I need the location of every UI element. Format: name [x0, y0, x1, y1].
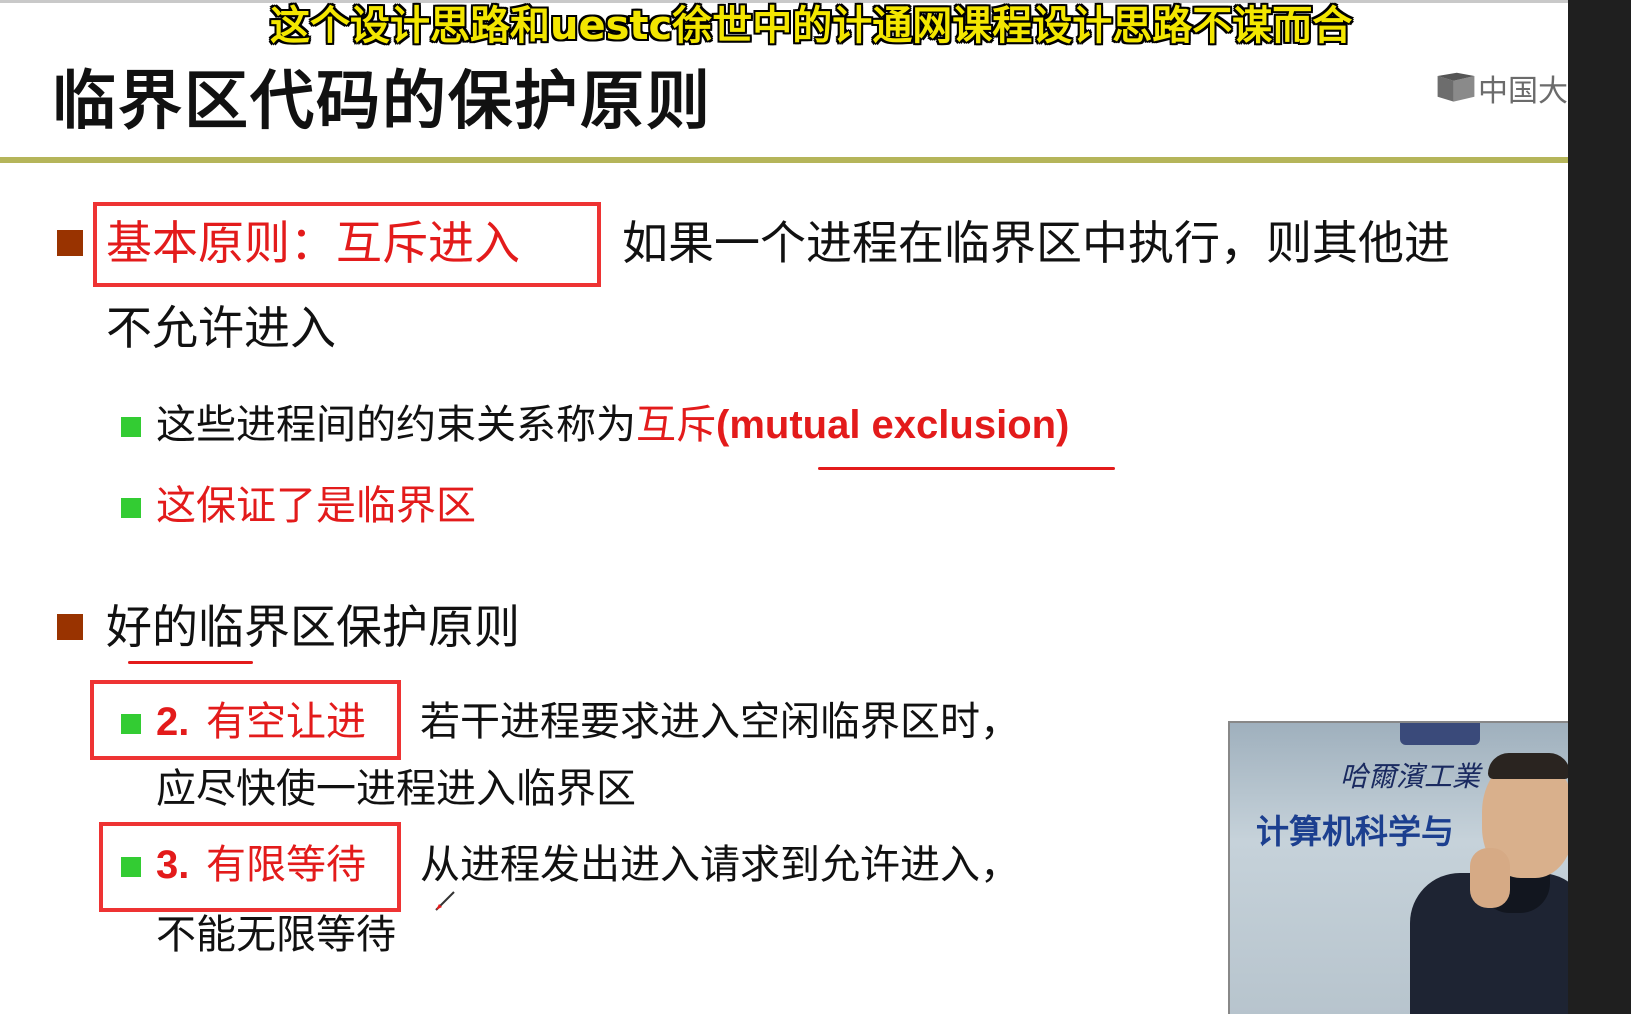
video-dept-name: 计算机科学与 — [1256, 812, 1454, 851]
sub1-red-term: 互斥 — [636, 402, 716, 448]
sub2-text: 这保证了是临界区 — [156, 483, 476, 529]
logo-text: 中国大 — [1478, 74, 1568, 108]
bullet1-text-line2: 不允许进入 — [106, 301, 336, 355]
item2-text-line2: 应尽快使一进程进入临界区 — [156, 766, 636, 812]
presenter-video: 哈爾濱工業 计算机科学与 — [1228, 721, 1568, 1014]
bullet-square — [57, 230, 83, 256]
presenter-hand — [1470, 848, 1510, 908]
highlight-box — [93, 202, 601, 287]
video-school-name: 哈爾濱工業 — [1340, 760, 1481, 793]
pen-cursor-icon — [435, 891, 455, 911]
bullet2-text: 好的临界区保护原则 — [106, 600, 520, 654]
right-black-strip — [1568, 0, 1631, 1014]
sub-bullet-square — [121, 417, 141, 437]
mooc-logo-icon — [1437, 72, 1475, 102]
slide-title: 临界区代码的保护原则 — [52, 64, 712, 139]
item3-text-line1: 从进程发出进入请求到允许进入， — [420, 842, 1020, 888]
sub1-english: (mutual exclusion) — [716, 403, 1070, 447]
sub-bullet-square — [121, 498, 141, 518]
presenter-hair — [1488, 753, 1568, 779]
school-emblem-icon — [1400, 723, 1480, 745]
sub1-line: 这些进程间的约束关系称为互斥(mutual exclusion) — [156, 398, 1069, 452]
sub1-text: 这些进程间的约束关系称为 — [156, 402, 636, 448]
bullet-square — [57, 614, 83, 640]
annotation-underline — [818, 467, 1115, 470]
item2-text-line1: 若干进程要求进入空闲临界区时， — [420, 699, 1020, 745]
overlay-caption: 这个设计思路和uestc徐世中的计通网课程设计思路不谋而合 — [270, 3, 1353, 49]
bullet1-text-line1: 如果一个进程在临界区中执行，则其他进 — [622, 216, 1450, 270]
item3-text-line2: 不能无限等待 — [156, 912, 396, 958]
highlight-box — [99, 822, 401, 912]
highlight-box — [90, 680, 401, 760]
mooc-logo: 中国大 — [1436, 68, 1568, 108]
title-rule — [0, 157, 1568, 163]
annotation-underline — [128, 661, 253, 664]
